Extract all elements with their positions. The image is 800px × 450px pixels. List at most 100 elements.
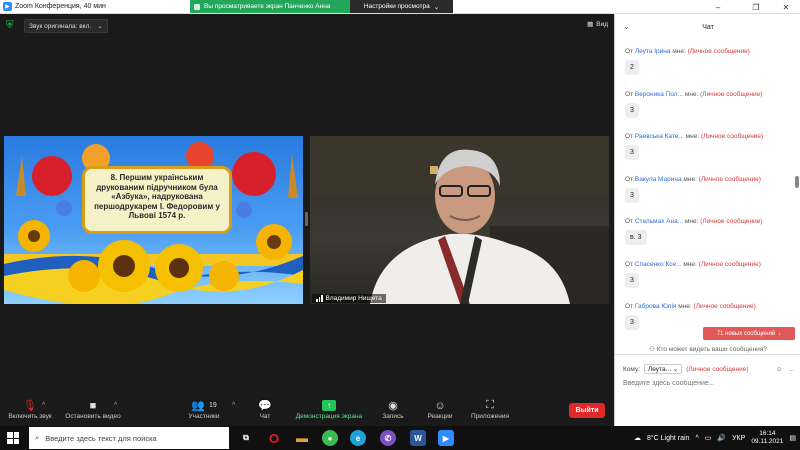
chevron-up-icon[interactable]: ^ xyxy=(42,402,45,409)
from-prefix: От xyxy=(625,303,634,310)
zoom-logo-icon: ▶ xyxy=(3,2,12,11)
sender-name[interactable]: Вероника Пол... xyxy=(635,91,683,98)
meeting-area: ⛨ Звук оригинала: вкл. ⌄ ▦ Вид 8. Першим… xyxy=(0,14,614,396)
record-label: Запись xyxy=(382,413,404,420)
chevron-down-icon[interactable]: ⌄ xyxy=(623,22,630,31)
unmute-button[interactable]: 🎙 Включить звук xyxy=(6,398,54,426)
notifications-icon[interactable]: ▤ xyxy=(789,434,796,442)
speaker-name-label: Владимир Нищета xyxy=(312,294,386,303)
chat-message: От Вакула Марина мне: (Личное сообщение)… xyxy=(625,176,795,203)
to-me-label: мне: xyxy=(683,260,697,268)
minimize-icon[interactable]: – xyxy=(704,0,732,14)
windows-start-icon[interactable] xyxy=(7,432,19,444)
chevron-up-icon[interactable]: ^ xyxy=(114,402,117,409)
record-icon: ◉ xyxy=(388,400,398,412)
shield-icon[interactable]: ⛨ xyxy=(6,20,16,31)
sender-name[interactable]: Стельмах Ана... xyxy=(635,218,683,225)
from-prefix: От xyxy=(625,260,634,268)
participants-button[interactable]: 👥 19 Участники xyxy=(186,398,222,426)
resize-handle[interactable] xyxy=(305,212,308,226)
recipient-select[interactable]: Леута... ⌄ xyxy=(644,364,683,374)
chat-message-list[interactable]: От Леута Ірина мне: (Личное сообщение) 2 О… xyxy=(615,44,795,344)
weather-label[interactable]: 8°C Light rain xyxy=(647,435,690,442)
share-screen-button[interactable]: ↑ Демонстрация экрана xyxy=(292,398,366,426)
network-icon[interactable]: ▭ xyxy=(705,434,712,442)
taskbar-search-box[interactable]: ⌕ Введите здесь текст для поиска xyxy=(29,427,229,449)
zoom-taskbar-icon[interactable]: ▶ xyxy=(438,430,454,446)
view-options-button[interactable]: Настройки просмотра ⌄ xyxy=(350,0,453,13)
chat-scrollbar[interactable] xyxy=(795,44,799,344)
sender-name[interactable]: Леута Ірина xyxy=(635,48,671,55)
private-message-label: (Личное сообщение) xyxy=(698,175,761,183)
sender-name[interactable]: Вакула Марина xyxy=(635,176,682,183)
edge-icon[interactable]: e xyxy=(350,430,366,446)
private-message-label: (Личное сообщение) xyxy=(686,365,749,373)
chevron-down-icon: ⌄ xyxy=(97,23,103,30)
chat-message-text: 3 xyxy=(625,102,639,118)
chrome-icon[interactable]: ● xyxy=(322,430,338,446)
private-message-label: (Личное сообщение) xyxy=(700,90,763,98)
chat-message: От Стельмах Ана... мне: (Личное сообщени… xyxy=(625,218,795,245)
chat-button[interactable]: 💬 Чат xyxy=(254,398,276,426)
chat-message-text: 3 xyxy=(625,315,639,330)
from-prefix: От xyxy=(625,175,634,183)
meeting-toolbar: 🎙 Включить звук ^ ■ Остановить видео ^ 👥… xyxy=(0,396,614,426)
reactions-button[interactable]: ☺ Реакции xyxy=(424,398,456,426)
chat-message: От Спасенко Ксе... мне: (Личное сообщени… xyxy=(625,261,795,288)
to-me-label: мне: xyxy=(685,133,700,140)
chat-panel: ⌄ Чат От Леута Ірина мне: (Личное сообще… xyxy=(614,14,800,426)
word-icon[interactable]: W xyxy=(410,430,426,446)
sender-name[interactable]: Спасенко Ксе... xyxy=(635,261,682,268)
emoji-icon[interactable]: ☺ xyxy=(776,366,783,373)
to-me-label: мне: xyxy=(683,175,697,183)
to-me-label: мне: xyxy=(678,303,692,310)
sender-name[interactable]: Габрова Юлія xyxy=(635,303,677,310)
shared-screen-tile[interactable]: 8. Першим українським друкованим підручн… xyxy=(4,136,303,304)
sender-name[interactable]: Раевська Кате... xyxy=(635,133,684,140)
slide-text: 8. Першим українським друкованим підручн… xyxy=(94,173,220,220)
reactions-label: Реакции xyxy=(427,413,453,420)
speaker-name: Владимир Нищета xyxy=(325,295,382,302)
apps-icon: ⛶ xyxy=(486,399,494,411)
original-sound-button[interactable]: Звук оригинала: вкл. ⌄ xyxy=(24,19,108,33)
view-options-label: Настройки просмотра xyxy=(363,3,430,10)
clock[interactable]: 16:14 09.11.2021 xyxy=(751,430,783,446)
from-prefix: От xyxy=(625,218,634,225)
volume-icon[interactable]: 🔊 xyxy=(717,434,726,442)
private-message-label: (Личное сообщение) xyxy=(698,260,761,268)
opera-icon[interactable]: O xyxy=(266,430,282,446)
scrollbar-thumb[interactable] xyxy=(795,176,799,188)
restore-icon[interactable]: ❐ xyxy=(742,0,770,14)
chevron-up-icon[interactable]: ^ xyxy=(232,402,235,409)
cloud-rain-icon: ☁ xyxy=(633,435,641,442)
chevron-up-icon[interactable]: ^ xyxy=(695,435,698,442)
more-icon[interactable]: … xyxy=(789,366,796,373)
speaker-video-tile[interactable]: Владимир Нищета xyxy=(310,136,609,304)
chat-message-input[interactable] xyxy=(623,380,793,387)
folder-icon[interactable]: ▬ xyxy=(294,430,310,446)
chat-bubble-icon: 💬 xyxy=(258,400,272,412)
window-title: Zoom Конференция, 40 мин xyxy=(15,3,106,10)
reactions-icon: ☺ xyxy=(434,399,446,412)
taskbar-search-placeholder: Введите здесь текст для поиска xyxy=(45,433,157,443)
stop-video-label: Остановить видео xyxy=(65,413,121,420)
language-label[interactable]: УКР xyxy=(732,435,745,442)
apps-button[interactable]: ⛶ Приложения xyxy=(468,398,512,426)
new-messages-button[interactable]: 71 новых сообщений ↓ xyxy=(703,327,795,340)
leave-button[interactable]: Выйти xyxy=(569,403,605,418)
to-me-label: мне: xyxy=(684,218,699,225)
muted-mic-icon: 🎙 xyxy=(23,400,37,412)
apps-label: Приложения xyxy=(470,413,510,420)
view-button[interactable]: ▦ Вид xyxy=(587,20,608,29)
original-sound-label: Звук оригинала: вкл. xyxy=(29,22,92,30)
task-view-icon[interactable]: ⧉ xyxy=(238,430,254,446)
clock-time: 16:14 xyxy=(759,430,776,437)
who-can-see-link[interactable]: ⚇ Кто может видеть ваши сообщения? xyxy=(615,345,800,353)
share-screen-label: Демонстрация экрана xyxy=(295,413,363,420)
chat-message-header: От Вероника Пол... мне: (Личное сообщени… xyxy=(625,91,795,98)
to-me-label: мне: xyxy=(684,90,699,98)
record-button[interactable]: ◉ Запись xyxy=(378,398,408,426)
viber-icon[interactable]: ✆ xyxy=(380,430,396,446)
speaker-video-frame xyxy=(310,136,609,304)
close-icon[interactable]: ✕ xyxy=(772,0,800,14)
